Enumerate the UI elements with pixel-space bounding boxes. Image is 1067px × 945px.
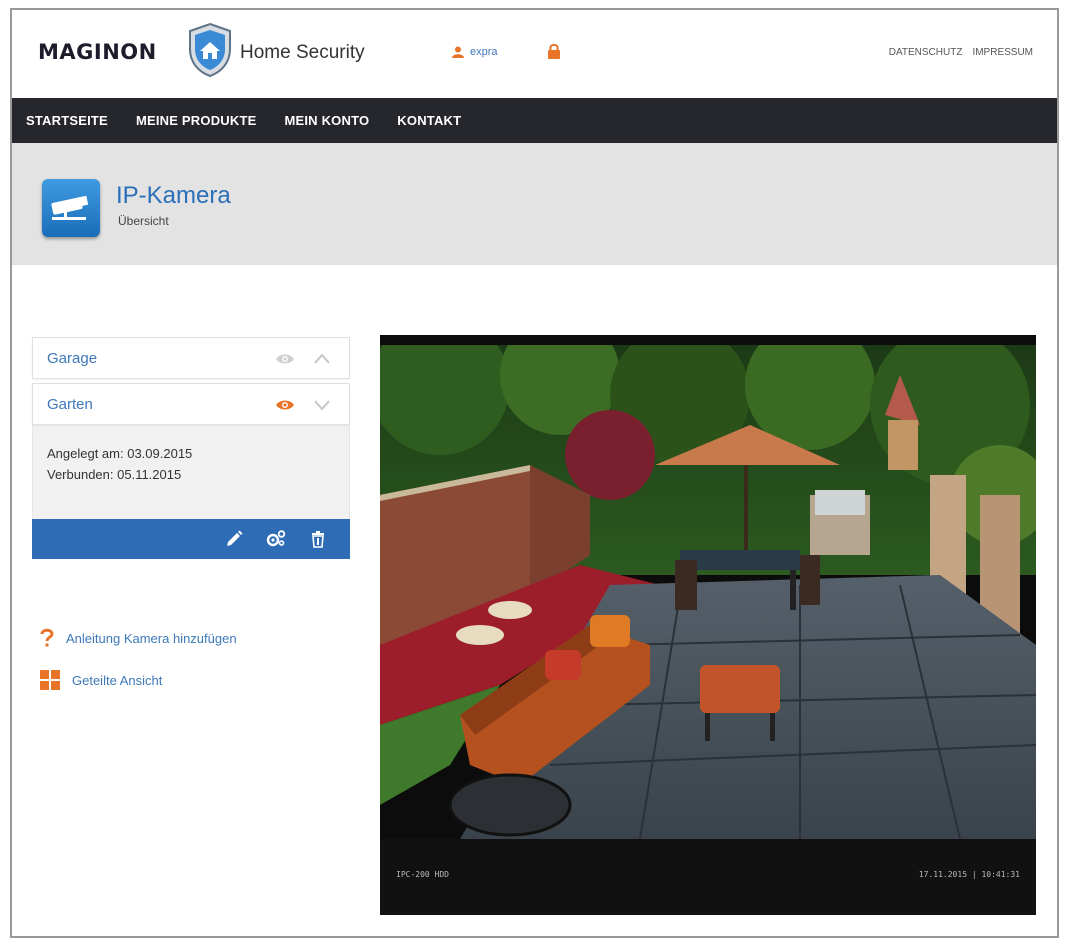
stream-footer: IPC-200 HDD 17.11.2015 | 10:41:31 — [380, 839, 1036, 915]
camera-item-garten[interactable]: Garten — [32, 383, 350, 425]
camera-stream-image — [380, 345, 1036, 839]
split-view-link[interactable]: Geteilte Ansicht — [40, 670, 237, 690]
connected-date: Verbunden: 05.11.2015 — [47, 467, 182, 482]
imprint-link[interactable]: IMPRESSUM — [972, 47, 1033, 58]
shield-house-icon — [189, 22, 231, 78]
brand-subtitle: Home Security — [240, 42, 365, 63]
app-frame: MAGINON Home Security expra DATENSCHUTZ … — [10, 8, 1059, 938]
privacy-link[interactable]: DATENSCHUTZ — [889, 47, 963, 58]
nav-item-meine-produkte[interactable]: MEINE PRODUKTE — [136, 113, 257, 128]
page-header: IP-Kamera Übersicht — [12, 143, 1057, 265]
grid-icon — [40, 670, 60, 690]
trash-icon[interactable] — [308, 529, 328, 549]
brand-logo[interactable]: MAGINON — [38, 40, 157, 64]
question-mark-icon — [40, 628, 54, 647]
nav-item-mein-konto[interactable]: MEIN KONTO — [284, 113, 369, 128]
chevron-down-icon[interactable] — [313, 396, 331, 414]
chevron-up-icon[interactable] — [313, 350, 331, 368]
camera-item-garage[interactable]: Garage — [32, 337, 350, 379]
add-camera-guide-label: Anleitung Kamera hinzufügen — [66, 630, 237, 646]
pencil-icon[interactable] — [224, 529, 244, 549]
page-title: IP-Kamera — [116, 182, 231, 209]
top-links: DATENSCHUTZ IMPRESSUM — [889, 47, 1033, 58]
settings-icon[interactable] — [266, 529, 286, 549]
nav-item-kontakt[interactable]: KONTAKT — [397, 113, 461, 128]
camera-model: IPC-200 HDD — [396, 870, 449, 879]
add-camera-guide-link[interactable]: Anleitung Kamera hinzufügen — [40, 628, 237, 648]
camera-name: Garten — [47, 396, 93, 413]
eye-icon[interactable] — [275, 353, 295, 365]
username: expra — [470, 46, 498, 58]
main-nav: STARTSEITE MEINE PRODUKTE MEIN KONTO KON… — [12, 98, 1057, 143]
camera-toolbar — [32, 519, 350, 559]
help-links: Anleitung Kamera hinzufügen Geteilte Ans… — [40, 628, 237, 712]
ip-camera-icon — [42, 179, 100, 237]
lock-icon[interactable] — [547, 43, 561, 59]
header: MAGINON Home Security expra DATENSCHUTZ … — [12, 10, 1057, 98]
camera-list: Garage Garten Angelegt am: 03.09.2015 Ve… — [32, 337, 350, 559]
nav-item-startseite[interactable]: STARTSEITE — [26, 113, 108, 128]
eye-icon[interactable] — [275, 399, 295, 411]
split-view-label: Geteilte Ansicht — [72, 672, 163, 688]
camera-live-view[interactable]: IPC-200 HDD 17.11.2015 | 10:41:31 — [380, 335, 1036, 915]
page-subtitle: Übersicht — [118, 214, 169, 228]
camera-name: Garage — [47, 350, 98, 367]
camera-details: Angelegt am: 03.09.2015 Verbunden: 05.11… — [32, 425, 350, 519]
created-date: Angelegt am: 03.09.2015 — [47, 446, 193, 461]
user-icon — [452, 46, 464, 58]
user-account[interactable]: expra — [452, 46, 498, 58]
stream-timestamp: 17.11.2015 | 10:41:31 — [918, 870, 1020, 879]
